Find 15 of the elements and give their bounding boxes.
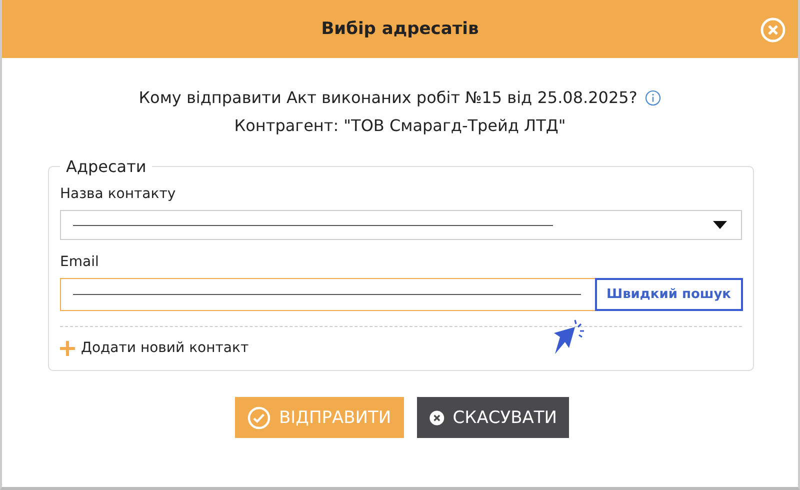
window-title: Вибір адресатів	[321, 19, 479, 39]
question-text: Кому відправити Акт виконаних робіт №15 від 25.08.2025?	[138, 88, 638, 107]
field-label: Email	[60, 254, 100, 270]
field-label: Назва контакту	[60, 186, 177, 202]
plus-icon	[60, 340, 75, 356]
panel-legend: Адресати	[60, 157, 152, 176]
contact-dropdown[interactable]	[60, 210, 742, 240]
counterparty-text: Контрагент: "ТОВ Смарагд-Трейд ЛТД"	[234, 116, 566, 135]
add-contact-link[interactable]: Додати новий контакт	[60, 340, 249, 356]
close-icon[interactable]	[760, 17, 786, 43]
quick-search-button[interactable]: Швидкий пошук	[594, 278, 743, 311]
cancel-button[interactable]: СКАСУВАТИ	[417, 397, 569, 438]
caret-icon	[713, 221, 727, 229]
info-icon[interactable]	[645, 90, 662, 106]
check-circle-icon	[247, 406, 271, 430]
